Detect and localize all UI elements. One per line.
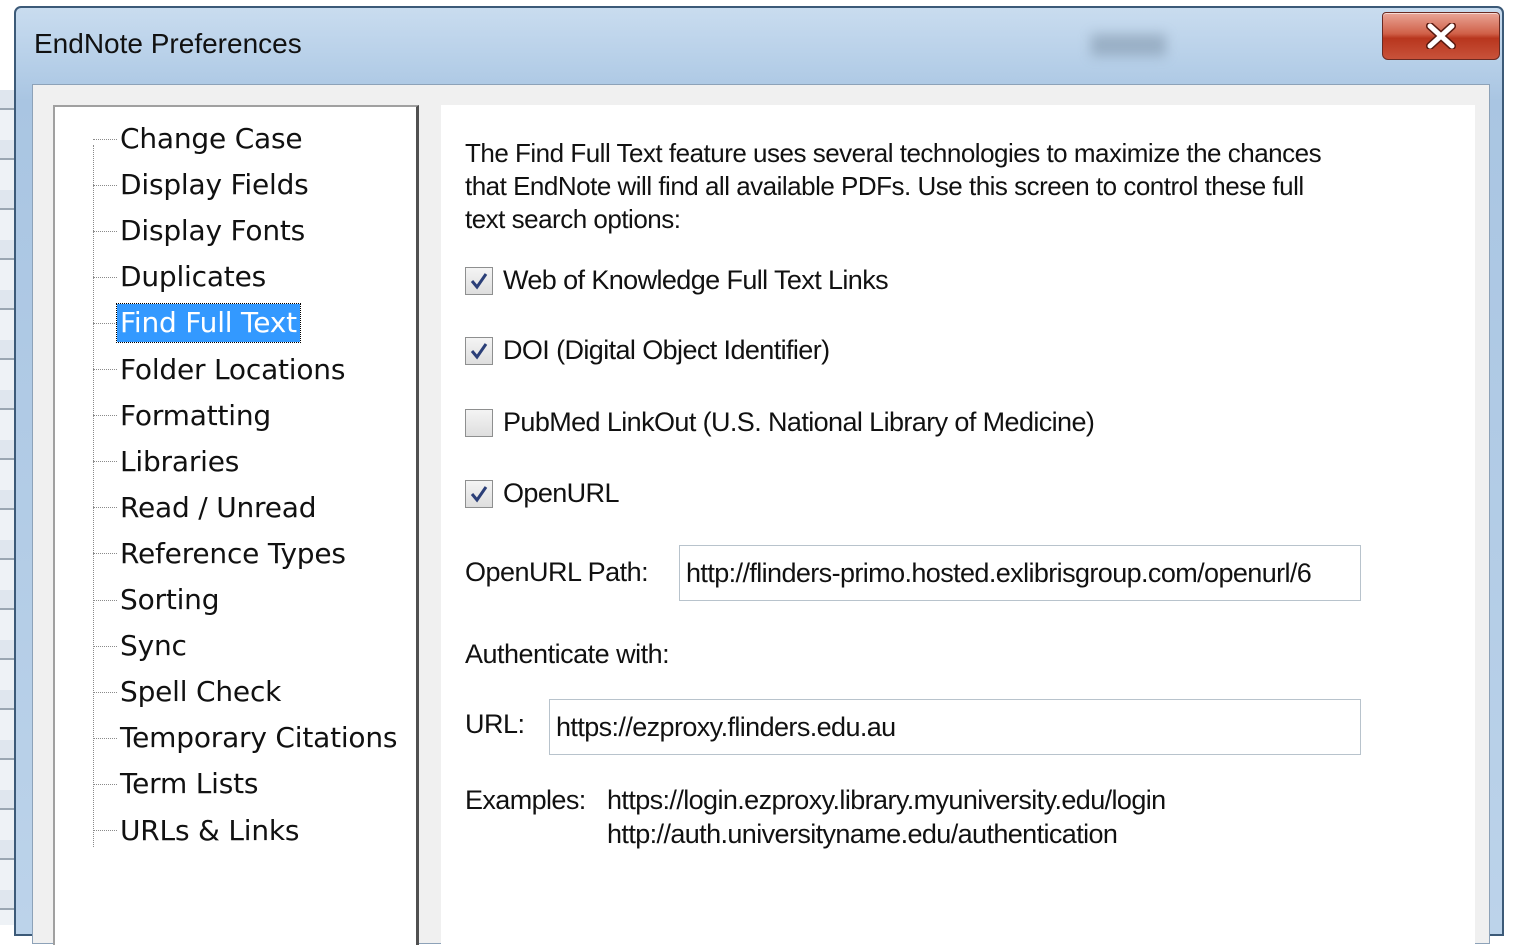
checkmark-icon	[470, 272, 488, 289]
tree-item[interactable]: Sorting	[93, 580, 222, 620]
tree-connector	[93, 369, 117, 370]
window-title: EndNote Preferences	[34, 28, 302, 59]
tree-connector	[93, 138, 117, 140]
tree-item[interactable]: Find Full Text	[93, 303, 301, 344]
tree-connector	[93, 783, 117, 785]
checkbox[interactable]	[465, 336, 493, 365]
authentication-url-input[interactable]	[549, 699, 1361, 755]
tree-item-label: Duplicates	[120, 260, 266, 294]
tree-item-label: URLs & Links	[120, 813, 300, 847]
tree-connector	[93, 553, 117, 555]
tree-item[interactable]: Change Case	[93, 119, 305, 159]
tree-connector	[93, 184, 117, 186]
tree-connector	[93, 415, 117, 417]
tree-item-label: Reference Types	[120, 536, 346, 570]
example-url: https://login.ezproxy.library.myuniversi…	[607, 785, 1166, 815]
background-title-blur	[1091, 34, 1166, 56]
examples-label: Examples:	[465, 785, 586, 815]
tree-connector	[93, 461, 117, 463]
checkmark-icon	[470, 485, 488, 502]
tree-item[interactable]: Read / Unread	[93, 488, 319, 528]
option-doi[interactable]: DOI (Digital Object Identifier)	[465, 335, 830, 366]
tree-item-label: Term Lists	[120, 767, 259, 801]
panel-description: The Find Full Text feature uses several …	[465, 138, 1322, 234]
tree-item-label: Read / Unread	[120, 490, 317, 524]
close-button[interactable]	[1382, 12, 1500, 60]
tree-connector	[93, 230, 117, 232]
tree-connector	[93, 276, 117, 278]
checkbox[interactable]	[465, 266, 493, 295]
tree-item-label: Display Fields	[120, 168, 309, 202]
authenticate-label: Authenticate with:	[465, 639, 670, 669]
option-web-of-knowledge[interactable]: Web of Knowledge Full Text Links	[465, 265, 889, 296]
dialog-body: Change Case Display Fields Display Fonts Du…	[32, 84, 1490, 945]
tree-connector	[93, 830, 117, 831]
tree-item[interactable]: Formatting	[93, 396, 274, 436]
tree-connector	[93, 322, 117, 324]
option-label: PubMed LinkOut (U.S. National Library of…	[503, 407, 1095, 437]
tree-item[interactable]: Duplicates	[93, 257, 269, 297]
tree-item-label: Spell Check	[120, 675, 282, 709]
preferences-dialog: EndNote Preferences Change Case Display F…	[14, 6, 1504, 945]
url-label: URL:	[465, 709, 525, 739]
tree-item-label: Libraries	[120, 444, 240, 478]
tree-item[interactable]: Reference Types	[93, 534, 349, 574]
option-label: DOI (Digital Object Identifier)	[503, 335, 830, 365]
tree-item-label: Find Full Text	[116, 303, 301, 344]
tree-item-label: Temporary Citations	[120, 721, 398, 755]
option-label: OpenURL	[503, 478, 619, 508]
tree-item-label: Display Fonts	[120, 214, 306, 248]
tree-connector	[93, 645, 117, 647]
tree-item[interactable]: Display Fields	[93, 165, 312, 205]
checkmark-icon	[470, 342, 488, 359]
preferences-tree[interactable]: Change Case Display Fields Display Fonts Du…	[53, 105, 419, 945]
openurl-path-label: OpenURL Path:	[465, 557, 649, 587]
tree-item[interactable]: Spell Check	[93, 672, 284, 712]
tree-connector	[93, 737, 117, 739]
tree-item-label: Formatting	[120, 398, 271, 432]
tree-item-label: Folder Locations	[120, 352, 346, 386]
background-window-edge	[0, 90, 14, 925]
close-icon	[1426, 23, 1456, 49]
tree-connector	[93, 691, 117, 693]
openurl-path-input[interactable]	[679, 545, 1361, 601]
tree-item-label: Change Case	[120, 122, 303, 155]
example-url: http://auth.universityname.edu/authentic…	[607, 819, 1118, 849]
tree-connector	[93, 507, 117, 509]
tree-item[interactable]: Libraries	[93, 442, 242, 482]
title-bar[interactable]: EndNote Preferences	[16, 8, 1502, 84]
tree-connector	[93, 599, 117, 601]
option-label: Web of Knowledge Full Text Links	[503, 265, 889, 295]
tree-item[interactable]: Folder Locations	[93, 350, 348, 390]
tree-item[interactable]: Display Fonts	[93, 211, 308, 251]
tree-item[interactable]: Temporary Citations	[93, 718, 400, 758]
tree-item[interactable]: URLs & Links	[93, 811, 302, 851]
option-openurl[interactable]: OpenURL	[465, 478, 619, 509]
tree-item-label: Sync	[120, 629, 187, 663]
checkbox[interactable]	[465, 479, 493, 508]
find-full-text-panel: The Find Full Text feature uses several …	[441, 105, 1475, 945]
option-pubmed-linkout[interactable]: PubMed LinkOut (U.S. National Library of…	[465, 407, 1095, 438]
checkbox[interactable]	[465, 408, 493, 437]
tree-item-label: Sorting	[120, 583, 220, 616]
tree-item[interactable]: Sync	[93, 626, 190, 666]
tree-item[interactable]: Term Lists	[93, 764, 261, 804]
